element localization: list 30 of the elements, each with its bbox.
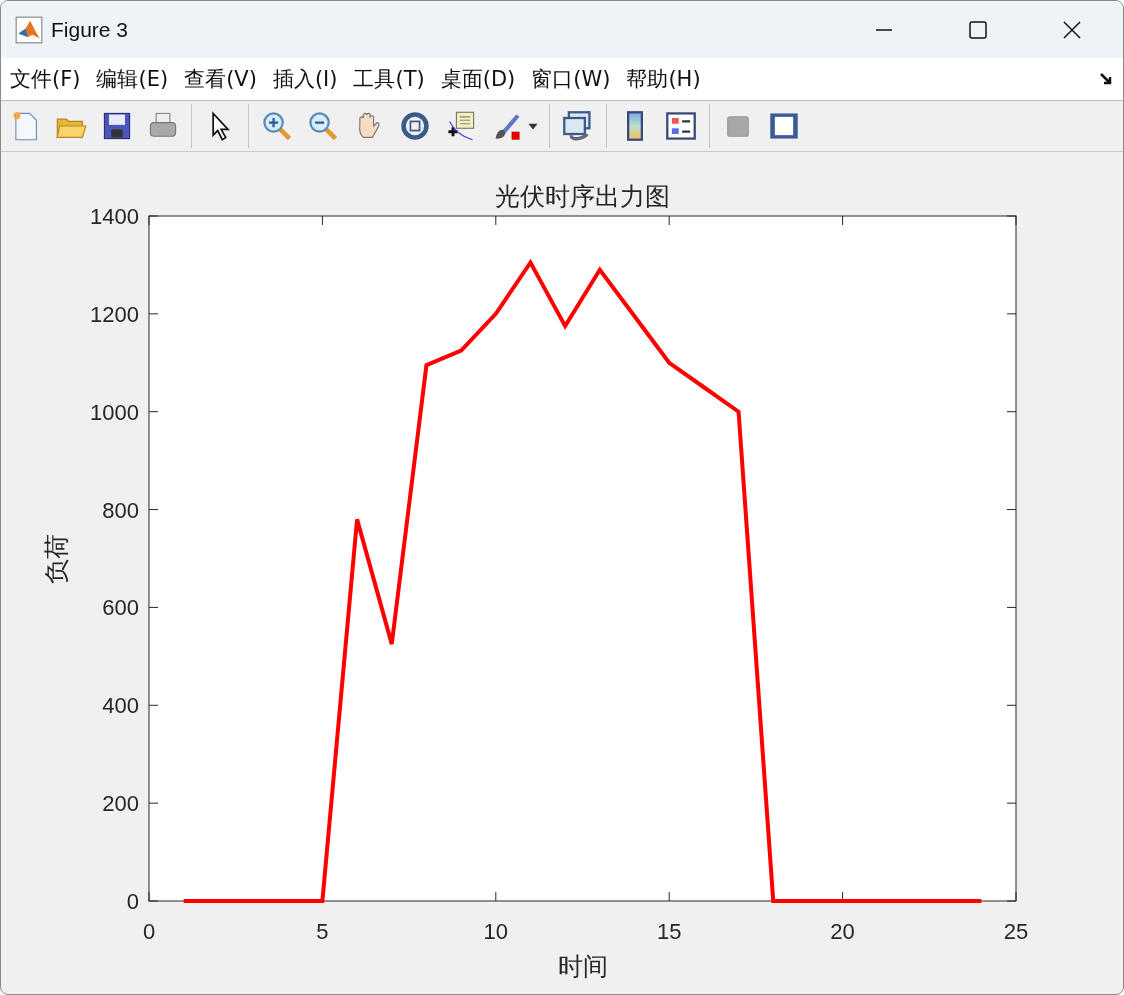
y-tick-label: 200 bbox=[102, 791, 139, 817]
x-tick-label: 20 bbox=[830, 919, 855, 944]
menu-item[interactable]: 工具(T) bbox=[353, 65, 425, 93]
y-tick-label: 1000 bbox=[90, 399, 139, 425]
x-tick-label: 5 bbox=[316, 919, 329, 944]
menu-item[interactable]: 查看(V) bbox=[184, 65, 257, 93]
menu-item[interactable]: 编辑(E) bbox=[96, 65, 169, 93]
y-tick-label: 400 bbox=[102, 693, 139, 719]
y-tick-label: 1200 bbox=[90, 301, 139, 327]
maximize-icon[interactable] bbox=[968, 19, 988, 40]
matlab-logo-icon bbox=[15, 15, 43, 44]
menu-item[interactable]: 插入(I) bbox=[272, 65, 338, 93]
menu-item[interactable]: 帮助(H) bbox=[626, 65, 701, 93]
dock-arrow-icon[interactable] bbox=[1099, 72, 1113, 86]
window-title: Figure 3 bbox=[51, 17, 129, 42]
menu-item[interactable]: 窗口(W) bbox=[531, 65, 611, 93]
close-icon[interactable] bbox=[1062, 19, 1082, 40]
y-axis-label: 负荷 bbox=[42, 533, 71, 584]
x-tick-label: 15 bbox=[656, 919, 682, 944]
x-tick-label: 0 bbox=[142, 919, 156, 944]
y-tick-label: 1400 bbox=[90, 204, 139, 229]
menu-item[interactable]: 文件(F) bbox=[10, 65, 81, 93]
x-axis-label: 时间 bbox=[557, 952, 608, 981]
x-tick-label: 10 bbox=[483, 919, 509, 944]
chart-title: 光伏时序出力图 bbox=[495, 182, 670, 211]
y-tick-label: 600 bbox=[102, 595, 139, 621]
y-tick-label: 0 bbox=[126, 889, 139, 914]
menu-item[interactable]: 桌面(D) bbox=[440, 65, 516, 93]
y-tick-label: 800 bbox=[102, 497, 139, 523]
x-tick-label: 25 bbox=[1003, 919, 1029, 944]
